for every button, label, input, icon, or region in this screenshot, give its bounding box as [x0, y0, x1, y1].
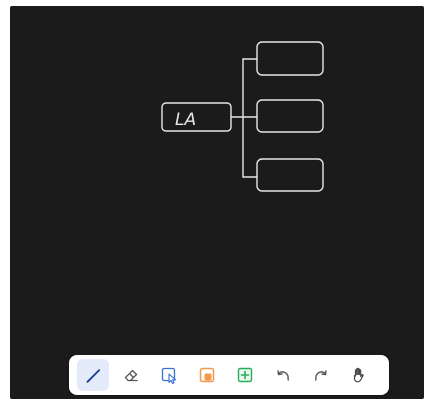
- bottom-toolbar: [69, 355, 389, 395]
- mind-map: LA: [161, 41, 324, 192]
- select-tool-button[interactable]: [153, 359, 185, 391]
- pen-icon: [86, 369, 101, 383]
- hand-icon: [353, 367, 364, 383]
- redo-button[interactable]: [305, 359, 337, 391]
- drawing-canvas[interactable]: LA: [10, 6, 424, 399]
- child-node-1[interactable]: [256, 41, 324, 76]
- pen-tool-button[interactable]: [77, 359, 109, 391]
- redo-icon: [315, 370, 327, 381]
- sticky-note-icon: [199, 367, 215, 383]
- eraser-tool-button[interactable]: [115, 359, 147, 391]
- root-node-label: LA: [175, 110, 196, 130]
- whiteboard-app: LA: [0, 0, 436, 404]
- add-shape-tool-button[interactable]: [229, 359, 261, 391]
- select-icon: [161, 367, 177, 385]
- plus-box-icon: [237, 367, 253, 383]
- child-node-3[interactable]: [256, 158, 324, 192]
- undo-icon: [277, 370, 289, 381]
- undo-button[interactable]: [267, 359, 299, 391]
- child-node-2[interactable]: [256, 99, 324, 133]
- root-node[interactable]: LA: [161, 102, 232, 132]
- sticky-note-tool-button[interactable]: [191, 359, 223, 391]
- eraser-icon: [124, 369, 138, 382]
- pan-tool-button[interactable]: [343, 359, 375, 391]
